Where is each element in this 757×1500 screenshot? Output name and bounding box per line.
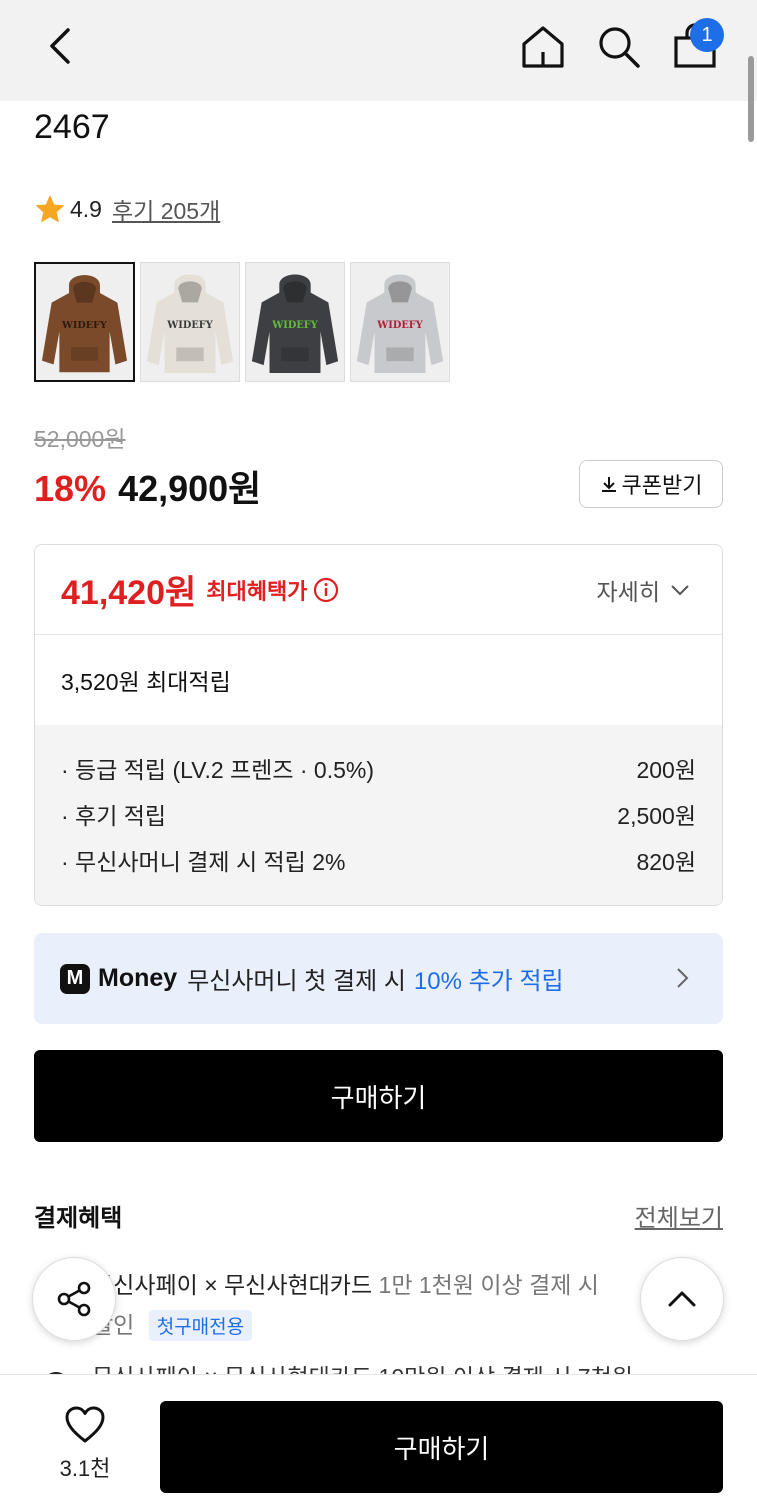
money-highlight: 10% 추가 적립: [413, 968, 564, 995]
home-icon[interactable]: [518, 22, 568, 72]
info-icon[interactable]: [313, 577, 339, 603]
hoodie-image: WIDEFY: [351, 263, 449, 381]
bottom-action-bar: 3.1천 구매하기: [0, 1374, 757, 1500]
reviews-link[interactable]: 후기 205개: [112, 192, 220, 226]
max-benefit-price: 41,420원: [61, 574, 197, 612]
search-icon[interactable]: [594, 22, 644, 72]
buy-button-bottom[interactable]: 구매하기: [160, 1401, 723, 1493]
star-icon: [35, 195, 65, 223]
max-benefit-label: 최대혜택가: [206, 578, 308, 604]
like-count: 3.1천: [59, 1456, 111, 1481]
card-name: 무신사페이 × 무신사현대카드: [92, 1272, 373, 1298]
coupon-button[interactable]: 쿠폰받기: [579, 460, 723, 508]
points-list: · 등급 적립 (LV.2 프렌즈 · 0.5%) 200원 · 후기 적립 2,50…: [35, 725, 722, 905]
scrollbar[interactable]: [748, 56, 754, 142]
like-button[interactable]: 3.1천: [50, 1405, 120, 1483]
points-item-label: · 후기 적립: [61, 803, 167, 829]
color-thumbnail[interactable]: WIDEFY: [350, 262, 450, 382]
points-item-value: 820원: [636, 849, 696, 875]
price-row: 18% 42,900원: [34, 460, 261, 512]
scroll-top-button[interactable]: [640, 1257, 724, 1341]
top-nav-bar: 1: [0, 0, 757, 101]
share-icon: [57, 1281, 91, 1317]
benefit-condition: 1만 1천원 이상 결제 시: [378, 1272, 599, 1298]
money-text: 무신사머니 첫 결제 시: [187, 968, 406, 995]
benefit-box: 41,420원 최대혜택가 자세히 3,520원 최대적립 · 등급 적립 (L…: [34, 544, 723, 906]
hoodie-image: WIDEFY: [141, 263, 239, 381]
color-thumbnail[interactable]: WIDEFY: [245, 262, 345, 382]
points-item: · 등급 적립 (LV.2 프렌즈 · 0.5%) 200원: [61, 747, 696, 793]
chevron-up-icon: [668, 1291, 696, 1307]
cart-count-badge: 1: [690, 18, 724, 52]
points-item-label: · 무신사머니 결제 시 적립 2%: [61, 849, 346, 875]
product-title: 2467: [34, 108, 110, 146]
rating-score: 4.9: [70, 195, 102, 222]
download-icon: [601, 477, 616, 492]
money-banner[interactable]: M Money 무신사머니 첫 결제 시 10% 추가 적립: [34, 933, 723, 1024]
buy-button[interactable]: 구매하기: [34, 1050, 723, 1142]
points-item: · 무신사머니 결제 시 적립 2% 820원: [61, 839, 696, 885]
svg-text:WIDEFY: WIDEFY: [376, 320, 424, 331]
svg-text:WIDEFY: WIDEFY: [271, 320, 319, 331]
chevron-down-icon: [671, 585, 689, 596]
money-brand: Money: [98, 964, 178, 992]
chevron-left-icon[interactable]: [40, 24, 84, 68]
original-price: 52,000원: [34, 426, 126, 452]
points-item-value: 2,500원: [617, 803, 696, 829]
hoodie-image: WIDEFY: [36, 264, 133, 380]
svg-text:WIDEFY: WIDEFY: [61, 320, 107, 331]
heart-icon: [65, 1406, 105, 1443]
svg-text:WIDEFY: WIDEFY: [166, 320, 214, 331]
money-logo: M: [60, 963, 90, 994]
color-thumbnail[interactable]: WIDEFY: [140, 262, 240, 382]
max-points: 3,520원 최대적립: [35, 635, 722, 725]
payment-benefit-item: 무신사페이 × 무신사현대카드 1만 1천원 이상 결제 시: [92, 1266, 599, 1300]
color-thumbnails: WIDEFY WIDEFY WIDEFY WIDEFY: [34, 262, 450, 382]
rating-row: 4.9 후기 205개: [34, 192, 220, 226]
points-item: · 후기 적립 2,500원: [61, 793, 696, 839]
points-item-value: 200원: [636, 757, 696, 783]
view-all-link[interactable]: 전체보기: [635, 1198, 723, 1233]
hoodie-image: WIDEFY: [246, 263, 344, 381]
payment-benefit-item-line2: 할인 첫구매전용: [92, 1306, 253, 1341]
first-purchase-tag: 첫구매전용: [148, 1310, 253, 1341]
color-thumbnail[interactable]: WIDEFY: [34, 262, 135, 382]
discount-rate: 18%: [34, 468, 107, 509]
coupon-label: 쿠폰받기: [621, 473, 703, 498]
detail-label: 자세히: [596, 579, 660, 605]
detail-toggle[interactable]: 자세히: [597, 573, 692, 607]
sale-price: 42,900원: [118, 468, 262, 509]
share-button[interactable]: [32, 1257, 116, 1341]
chevron-right-icon: [677, 968, 689, 988]
payment-benefits-title: 결제혜택: [34, 1205, 123, 1232]
points-item-label: · 등급 적립 (LV.2 프렌즈 · 0.5%): [61, 757, 375, 783]
max-benefit-row: 41,420원 최대혜택가 자세히: [35, 545, 722, 635]
